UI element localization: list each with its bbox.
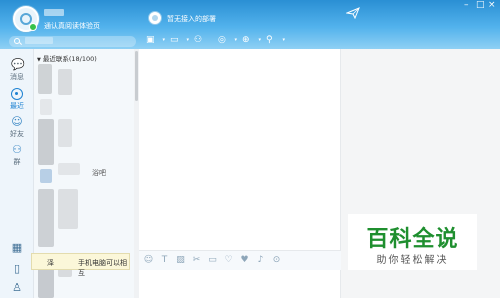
group-header-label: 最近联系(18/100) bbox=[42, 55, 97, 63]
watermark-logo: 百科全说 助你轻松解决 bbox=[348, 214, 477, 270]
sidebar-item-messages[interactable]: 💬 消息 bbox=[0, 59, 34, 82]
online-status-dot[interactable] bbox=[29, 23, 37, 31]
heart-icon[interactable]: ♥ bbox=[239, 255, 250, 266]
contact-name-blurred[interactable] bbox=[58, 163, 80, 175]
contact-avatar-blurred[interactable] bbox=[40, 99, 52, 115]
screenshot-icon[interactable]: ▣ ▾ bbox=[146, 34, 167, 46]
contact-name-partial[interactable]: 浴吧 bbox=[92, 168, 106, 178]
chevron-down-icon: ▼ bbox=[37, 57, 41, 63]
image-icon[interactable]: ▨ bbox=[175, 255, 186, 266]
apps-grid-icon[interactable]: ▦ bbox=[11, 242, 23, 254]
title-bar: 通认真阅读体验页 暂无接入的部署 – □ × ▣ ▾ ▭ ▾ ⚇ ◎ ▾ ⊕ ▾ ⚲ ▾ bbox=[0, 0, 500, 49]
input-toolbar: ☺ T ▨ ✂ ▭ ♡ ♥ ♪ ⊙ bbox=[139, 250, 341, 270]
chat-avatar[interactable] bbox=[148, 11, 162, 25]
contact-avatar-blurred[interactable] bbox=[38, 119, 54, 165]
video-call-icon[interactable]: ▭ ▾ bbox=[170, 34, 191, 46]
tooltip-text: 手机电脑可以相互 bbox=[78, 259, 127, 277]
contact-avatar-blurred[interactable] bbox=[38, 64, 52, 94]
search-icon bbox=[14, 38, 20, 44]
contact-name-blurred[interactable] bbox=[58, 189, 78, 229]
watermark-subtitle: 助你轻松解决 bbox=[376, 255, 449, 266]
contact-name-blurred[interactable] bbox=[58, 119, 72, 147]
more-icon[interactable]: ⚲ ▾ bbox=[266, 34, 287, 46]
sidebar-item-label: 群 bbox=[13, 158, 21, 166]
folder-icon[interactable]: ▭ bbox=[207, 255, 218, 266]
contact-avatar-blurred[interactable] bbox=[38, 189, 54, 247]
watermark-title: 百科全说 bbox=[366, 227, 459, 252]
phone-icon[interactable]: ▯ bbox=[11, 263, 23, 275]
nav-sidebar: 💬 消息 最近 ☺ 好友 ⚇ 群 ▦ ▯ ♙ bbox=[0, 49, 34, 298]
contact-avatar-blurred[interactable] bbox=[40, 169, 52, 183]
sidebar-item-friends[interactable]: ☺ 好友 bbox=[0, 116, 34, 139]
message-input[interactable] bbox=[139, 270, 341, 298]
group-header-recent[interactable]: ▼ 最近联系(18/100) bbox=[37, 53, 97, 63]
history-icon[interactable]: ⊙ bbox=[271, 255, 282, 266]
sidebar-item-groups[interactable]: ⚇ 群 bbox=[0, 144, 34, 167]
text-format-icon[interactable]: T bbox=[159, 255, 170, 266]
scrollbar-thumb[interactable] bbox=[135, 51, 138, 101]
search-placeholder-blurred bbox=[25, 37, 53, 44]
close-button[interactable]: × bbox=[488, 0, 496, 10]
sidebar-item-label: 消息 bbox=[10, 73, 24, 81]
cut-icon[interactable]: ✂ bbox=[191, 255, 202, 266]
mic-icon[interactable]: ♪ bbox=[255, 255, 266, 266]
group-icon: ⚇ bbox=[12, 143, 22, 156]
remote-icon[interactable]: ◎ ▾ bbox=[218, 34, 239, 46]
search-input[interactable] bbox=[9, 36, 136, 47]
apps-icon[interactable]: ⊕ ▾ bbox=[242, 34, 263, 46]
add-user-icon[interactable]: ⚇ bbox=[194, 34, 215, 46]
chat-toolbar: ▣ ▾ ▭ ▾ ⚇ ◎ ▾ ⊕ ▾ ⚲ ▾ bbox=[146, 34, 287, 48]
paper-plane-icon bbox=[346, 7, 360, 19]
contacts-icon[interactable]: ♙ bbox=[11, 282, 23, 294]
window-controls: – □ × bbox=[460, 0, 500, 34]
friend-icon: ☺ bbox=[11, 115, 23, 128]
sidebar-item-recent[interactable]: 最近 bbox=[0, 88, 34, 111]
sidebar-item-label: 最近 bbox=[10, 102, 24, 110]
sidebar-item-label: 好友 bbox=[10, 130, 24, 138]
chat-title: 暂无接入的部署 bbox=[167, 15, 216, 23]
gift-icon[interactable]: ♡ bbox=[223, 255, 234, 266]
username-blurred bbox=[44, 9, 64, 16]
tooltip: 泽 手机电脑可以相互 bbox=[31, 253, 130, 277]
emoji-icon[interactable]: ☺ bbox=[143, 255, 154, 266]
tooltip-text: 泽 bbox=[47, 259, 54, 267]
message-area bbox=[139, 49, 341, 250]
recent-icon bbox=[11, 88, 23, 100]
contact-name-blurred[interactable] bbox=[58, 69, 72, 95]
maximize-button[interactable]: □ bbox=[476, 0, 485, 10]
chat-bubble-icon: 💬 bbox=[11, 58, 25, 71]
minimize-button[interactable]: – bbox=[464, 0, 469, 10]
personal-signature[interactable]: 通认真阅读体验页 bbox=[44, 21, 100, 31]
